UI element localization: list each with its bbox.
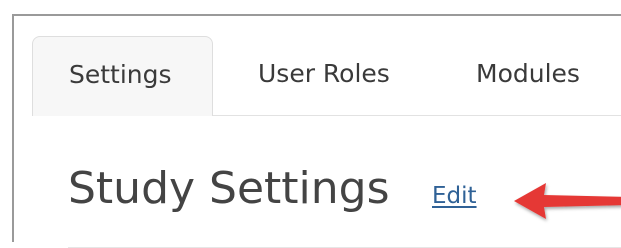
arrow-left-icon xyxy=(514,183,621,219)
edit-link[interactable]: Edit xyxy=(432,180,477,212)
tab-settings[interactable]: Settings xyxy=(32,36,213,116)
tab-bar: Settings User Roles Modules xyxy=(32,36,621,116)
page-title: Study Settings xyxy=(68,163,390,214)
tab-user-roles[interactable]: User Roles xyxy=(258,36,390,116)
tab-modules[interactable]: Modules xyxy=(476,36,580,116)
window-frame: Settings User Roles Modules Study Settin… xyxy=(12,14,621,248)
